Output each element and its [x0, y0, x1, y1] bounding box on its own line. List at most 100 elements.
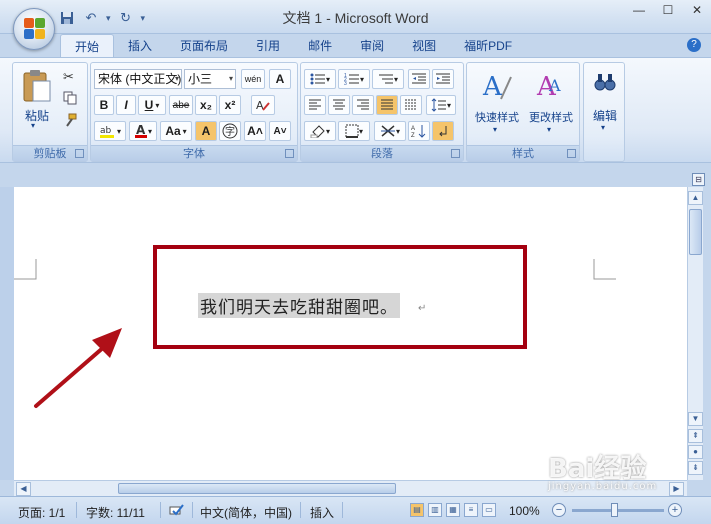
paragraph-launcher-icon[interactable]	[451, 149, 460, 158]
tab-mailings[interactable]: 邮件	[294, 34, 346, 58]
multilevel-list-button[interactable]: ▾	[372, 69, 404, 89]
align-right-button[interactable]	[352, 95, 374, 115]
page-count[interactable]: 页面: 1/1	[18, 504, 65, 521]
select-browse-object-button[interactable]: ●	[688, 445, 703, 459]
styles-launcher-icon[interactable]	[567, 149, 576, 158]
status-bar: 页面: 1/1 字数: 11/11 中文(简体，中国) 插入 ▤ ▥ ▦ ≡ ▭…	[0, 496, 711, 524]
char-shading-button[interactable]: A	[195, 121, 217, 141]
vertical-scrollbar[interactable]: ▲ ▼ ⇞ ● ⇟	[687, 187, 703, 480]
bold-button[interactable]: B	[94, 95, 114, 115]
next-page-button[interactable]: ⇟	[688, 461, 703, 475]
font-color-button[interactable]: A ▾	[129, 121, 157, 141]
zoom-in-button[interactable]: +	[668, 503, 682, 517]
tab-insert[interactable]: 插入	[114, 34, 166, 58]
scroll-left-button[interactable]: ◀	[16, 482, 31, 496]
strikethrough-button[interactable]: abe	[169, 95, 193, 115]
enclose-char-button[interactable]: 字	[219, 121, 241, 141]
subscript-button[interactable]: x₂	[195, 95, 217, 115]
redo-icon[interactable]: ↻	[117, 9, 135, 27]
tab-page-layout[interactable]: 页面布局	[166, 34, 242, 58]
font-size-select[interactable]: 小三 ▾	[184, 69, 236, 89]
horizontal-scroll-thumb[interactable]	[118, 483, 396, 494]
tab-foxit-pdf[interactable]: 福昕PDF	[450, 34, 526, 58]
numbering-button[interactable]: 1 2 3 ▾	[338, 69, 370, 89]
phonetic-guide-button[interactable]: wén	[241, 69, 265, 89]
tab-view[interactable]: 视图	[398, 34, 450, 58]
view-ruler-button[interactable]: ⊟	[692, 173, 705, 186]
show-marks-button[interactable]	[432, 121, 454, 141]
chinese-layout-button[interactable]: ▾	[374, 121, 406, 141]
paste-dropdown-icon: ▾	[31, 121, 36, 130]
clipboard-launcher-icon[interactable]	[75, 149, 84, 158]
font-name-select[interactable]: 宋体 (中文正文) ▾	[94, 69, 182, 89]
close-button[interactable]: ✕	[683, 1, 711, 19]
paste-button[interactable]: 粘贴 ▾	[19, 67, 55, 137]
change-styles-button[interactable]: AA 更改样式 ▾	[523, 67, 579, 139]
undo-icon[interactable]: ↶	[82, 9, 100, 27]
scroll-up-button[interactable]: ▲	[688, 191, 703, 205]
align-center-button[interactable]	[328, 95, 350, 115]
highlight-color-button[interactable]: ab ▾	[94, 121, 126, 141]
quick-styles-label: 快速样式	[475, 112, 519, 124]
superscript-button[interactable]: x²	[219, 95, 241, 115]
line-spacing-button[interactable]: ▾	[426, 95, 456, 115]
draft-view-icon[interactable]: ▭	[482, 503, 496, 517]
clear-formatting-button[interactable]: A	[251, 95, 275, 115]
justify-button[interactable]	[376, 95, 398, 115]
outline-view-icon[interactable]: ≡	[464, 503, 478, 517]
help-icon[interactable]: ?	[687, 38, 701, 52]
grow-font-button[interactable]: A˄	[244, 121, 266, 141]
svg-text:A: A	[482, 72, 503, 102]
cut-icon[interactable]: ✂	[63, 69, 74, 85]
zoom-slider[interactable]	[572, 509, 664, 512]
scroll-right-button[interactable]: ▶	[669, 482, 684, 496]
tab-home[interactable]: 开始	[60, 34, 115, 58]
binoculars-icon	[594, 74, 616, 91]
underline-button[interactable]: U ▾	[138, 95, 166, 115]
svg-text:Z: Z	[411, 133, 415, 138]
top-left-margin-mark	[14, 259, 37, 280]
decrease-indent-button[interactable]	[408, 69, 430, 89]
zoom-level[interactable]: 100%	[509, 504, 540, 518]
insert-mode-indicator[interactable]: 插入	[310, 504, 334, 521]
print-layout-view-icon[interactable]: ▤	[410, 503, 424, 517]
format-painter-icon[interactable]	[63, 113, 77, 130]
window-controls: — ☐ ✕	[625, 1, 711, 19]
zoom-out-button[interactable]: −	[552, 503, 566, 517]
save-icon[interactable]	[58, 9, 76, 27]
proofing-icon[interactable]	[168, 504, 184, 521]
clipboard-group: 粘贴 ▾ ✂ 剪贴板	[12, 62, 88, 162]
office-button[interactable]	[13, 8, 55, 50]
full-screen-reading-view-icon[interactable]: ▥	[428, 503, 442, 517]
bullets-button[interactable]: ▾	[304, 69, 336, 89]
web-layout-view-icon[interactable]: ▦	[446, 503, 460, 517]
shrink-font-button[interactable]: A˅	[269, 121, 291, 141]
word-count[interactable]: 字数: 11/11	[86, 504, 145, 521]
maximize-button[interactable]: ☐	[654, 1, 682, 19]
paste-label: 粘贴	[24, 109, 49, 123]
borders-button[interactable]: ▾	[338, 121, 370, 141]
tab-references[interactable]: 引用	[242, 34, 294, 58]
undo-dropdown-icon[interactable]: ▾	[106, 13, 111, 24]
italic-button[interactable]: I	[116, 95, 136, 115]
quick-styles-button[interactable]: A 快速样式 ▾	[469, 67, 525, 139]
minimize-button[interactable]: —	[625, 1, 653, 19]
char-border-button[interactable]: A	[269, 69, 291, 89]
scroll-down-button[interactable]: ▼	[688, 412, 703, 426]
copy-icon[interactable]	[63, 91, 77, 108]
shading-button[interactable]: ▾	[304, 121, 336, 141]
distributed-button[interactable]	[400, 95, 422, 115]
editing-button[interactable]: 编辑 ▾	[586, 67, 624, 157]
previous-page-button[interactable]: ⇞	[688, 429, 703, 443]
language-indicator[interactable]: 中文(简体，中国)	[200, 504, 292, 521]
align-left-button[interactable]	[304, 95, 326, 115]
increase-indent-button[interactable]	[432, 69, 454, 89]
zoom-slider-thumb[interactable]	[611, 503, 618, 517]
vertical-scroll-thumb[interactable]	[689, 209, 702, 255]
font-launcher-icon[interactable]	[285, 149, 294, 158]
change-case-button[interactable]: Aa ▾	[160, 121, 192, 141]
tab-review[interactable]: 审阅	[346, 34, 398, 58]
sort-button[interactable]: AZ	[408, 121, 430, 141]
customize-qat-icon[interactable]: ▾	[141, 13, 146, 24]
svg-text:A: A	[411, 126, 415, 132]
